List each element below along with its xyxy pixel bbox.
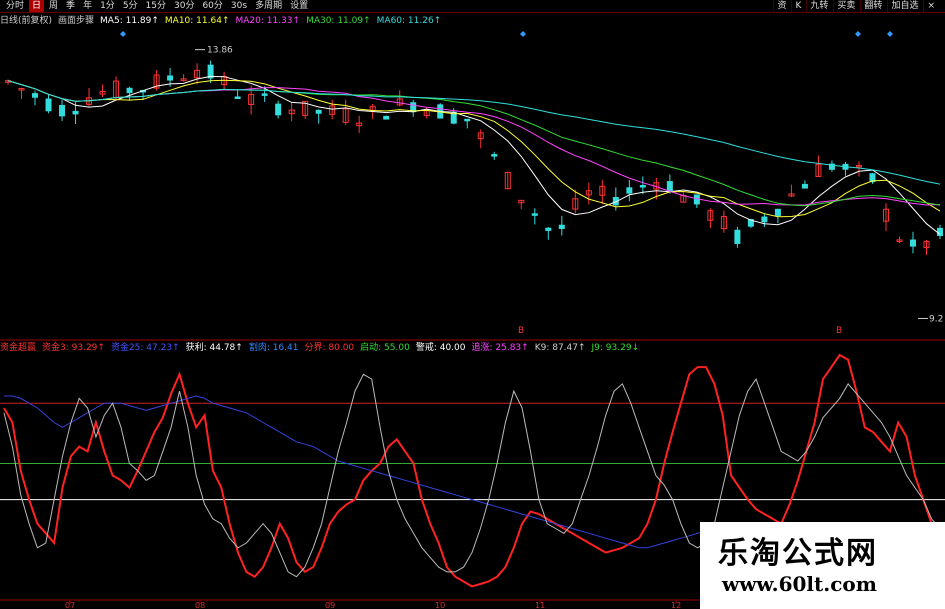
candle-body [234,96,241,100]
ma20-line [7,80,941,206]
moving-average-lines [7,75,941,235]
candle-body [937,227,943,236]
low-price-label: 9.2 [929,314,943,324]
x-tick-label: 07 [65,601,75,609]
indicator-legend-item-8: 追涨: 25.83↑ [471,343,529,353]
indicator-legend-item-10: J9: 93.29↓ [591,343,640,353]
event-diamond-3 [887,31,893,37]
price-marks: 13.86 9.2 B B [120,31,943,336]
indicator-legend: 资金超赢 资金3: 93.29↑ 资金25: 47.23↑ 获利: 44.78↑ 割肉:… [0,342,645,354]
x-tick-label: 09 [325,601,335,609]
candle-body [558,224,565,230]
event-diamond-1 [520,31,526,37]
candle-body [167,75,174,81]
candle-body [626,187,633,194]
candle-body [531,213,538,216]
watermark-badge: 乐淘公式网 www.60lt.com [700,522,945,609]
candle-body [491,154,498,157]
indicator-legend-item-4: 割肉: 16.41 [248,343,299,353]
buy-signal-label-1: B [836,326,842,336]
candle-body [59,104,66,117]
candle-body [666,181,673,193]
candle-body [72,110,79,115]
candle-body [45,98,52,112]
stock-chart: 13.86 9.2 B B 07 08 09 10 11 12 [0,31,945,609]
watermark-url: www.60lt.com [722,572,877,596]
candle-body [734,229,741,244]
candle-body [761,216,768,223]
x-tick-label: 08 [195,601,205,609]
candle-body [909,239,916,247]
x-tick-label: 12 [671,601,681,609]
indicator-legend-item-2: 资金25: 47.23↑ [110,343,180,353]
event-diamond-0 [120,31,126,37]
high-price-label: 13.86 [207,46,233,56]
candle-body [261,93,268,96]
x-tick-label: 10 [435,601,445,609]
indicator-legend-item-6: 启动: 55.00 [360,343,410,353]
x-tick-label: 11 [535,601,545,609]
x-axis: 07 08 09 10 11 12 [65,600,681,609]
candle-body [126,87,133,94]
buy-signal-label-0: B [518,326,524,336]
ma30-line [7,80,941,207]
candle-body [32,93,39,98]
indicator-legend-item-1: 资金3: 93.29↑ [42,343,105,353]
indicator-legend-item-0: 资金超赢 [0,343,37,353]
indicator-legend-item-5: 分界: 80.00 [304,343,355,353]
indicator-legend-item-3: 获利: 44.78↑ [185,343,243,353]
watermark-title: 乐淘公式网 [718,536,878,571]
candle-body [383,115,390,120]
event-diamond-2 [855,31,861,37]
candle-body [774,208,781,216]
indicator-legend-item-7: 警戒: 40.00 [415,343,466,353]
candle-body [315,109,322,114]
candle-body [639,185,646,188]
candle-body [801,183,808,189]
indicator-legend-item-9: K9: 87.47↑ [534,343,586,353]
ma60-line [7,80,941,185]
candle-body [464,118,471,122]
candle-body [275,103,282,116]
candle-body [545,227,552,231]
